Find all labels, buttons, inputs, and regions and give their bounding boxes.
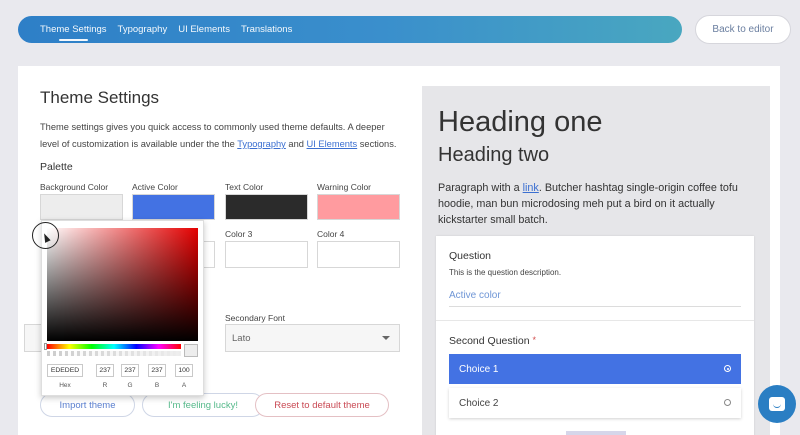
tab-theme-settings[interactable]: Theme Settings xyxy=(40,24,107,41)
color-4-label: Color 4 xyxy=(317,229,345,239)
preview-paragraph: Paragraph with a link. Butcher hashtag s… xyxy=(438,180,758,228)
text-color-label: Text Color xyxy=(225,182,264,192)
tab-typography[interactable]: Typography xyxy=(118,24,168,35)
saturation-value-area[interactable] xyxy=(47,228,198,341)
hue-slider[interactable] xyxy=(47,344,181,349)
secondary-font-label: Secondary Font xyxy=(225,313,286,323)
text-color-swatch[interactable] xyxy=(225,194,308,220)
chat-bubble-icon xyxy=(769,397,785,411)
feeling-lucky-button[interactable]: I'm feeling lucky! xyxy=(142,393,264,417)
alpha-label: A xyxy=(181,382,187,389)
red-input[interactable]: 237 xyxy=(96,364,114,377)
import-theme-button[interactable]: Import theme xyxy=(40,393,135,417)
background-color-label: Background Color xyxy=(40,182,109,192)
blue-input[interactable]: 237 xyxy=(148,364,166,377)
alpha-input[interactable]: 100 xyxy=(175,364,193,377)
palette-heading: Palette xyxy=(40,161,73,173)
warning-color-label: Warning Color xyxy=(317,182,372,192)
theme-preview-panel: Heading one Heading two Paragraph with a… xyxy=(422,86,770,435)
tab-translations[interactable]: Translations xyxy=(241,24,292,35)
choice-option-selected[interactable]: Choice 1 xyxy=(449,354,741,384)
question-divider xyxy=(436,320,754,321)
green-label: G xyxy=(127,382,133,389)
green-input[interactable]: 237 xyxy=(121,364,139,377)
top-nav-bar: Theme Settings Typography UI Elements Tr… xyxy=(18,16,682,43)
ui-elements-link[interactable]: UI Elements xyxy=(307,139,358,149)
red-label: R xyxy=(102,382,108,389)
color-picker-popover: EDEDED 237 237 237 100 Hex R G B A xyxy=(41,220,204,396)
preview-heading-one: Heading one xyxy=(438,106,603,138)
radio-checked-icon xyxy=(724,365,731,372)
warning-color-swatch[interactable] xyxy=(317,194,400,220)
second-question-title: Second Question * xyxy=(449,335,536,347)
preview-heading-two: Heading two xyxy=(438,144,550,166)
preview-question-card: Question This is the question descriptio… xyxy=(436,236,754,435)
description-end: sections. xyxy=(357,139,397,149)
color-3-input[interactable] xyxy=(225,241,308,268)
color-3-label: Color 3 xyxy=(225,229,253,239)
secondary-font-value: Lato xyxy=(232,332,251,344)
choice-label: Choice 1 xyxy=(459,363,499,375)
secondary-font-select[interactable]: Lato xyxy=(225,324,400,352)
background-color-swatch[interactable] xyxy=(40,194,123,220)
color-4-input[interactable] xyxy=(317,241,400,268)
second-question-text: Second Question xyxy=(449,335,530,347)
blue-label: B xyxy=(154,382,160,389)
question-title: Question xyxy=(449,250,492,262)
active-color-label: Active Color xyxy=(132,182,178,192)
preview-link[interactable]: link xyxy=(523,182,539,194)
required-marker: * xyxy=(532,335,536,345)
hex-label: Hex xyxy=(59,382,71,389)
chevron-down-icon xyxy=(382,336,390,340)
settings-description: Theme settings gives you quick access to… xyxy=(40,119,400,153)
back-to-editor-button[interactable]: Back to editor xyxy=(695,15,791,44)
choice-label: Choice 2 xyxy=(459,397,499,409)
radio-unchecked-icon xyxy=(724,399,731,406)
hue-slider-handle[interactable] xyxy=(44,343,47,350)
description-and: and xyxy=(285,139,307,149)
reset-theme-button[interactable]: Reset to default theme xyxy=(255,393,389,417)
chat-widget-button[interactable] xyxy=(758,385,796,423)
question-answer-input[interactable]: Active color xyxy=(449,287,741,307)
bottom-scroll-indicator xyxy=(566,431,626,435)
hex-input[interactable]: EDEDED xyxy=(47,364,83,377)
paragraph-start: Paragraph with a xyxy=(438,182,523,194)
color-preview-swatch xyxy=(184,344,198,357)
tab-ui-elements[interactable]: UI Elements xyxy=(178,24,230,35)
settings-title: Theme Settings xyxy=(40,88,160,107)
question-description: This is the question description. xyxy=(449,268,562,277)
choice-option[interactable]: Choice 2 xyxy=(449,388,741,418)
alpha-slider[interactable] xyxy=(47,351,181,356)
typography-link[interactable]: Typography xyxy=(237,139,286,149)
active-color-swatch[interactable] xyxy=(132,194,215,220)
